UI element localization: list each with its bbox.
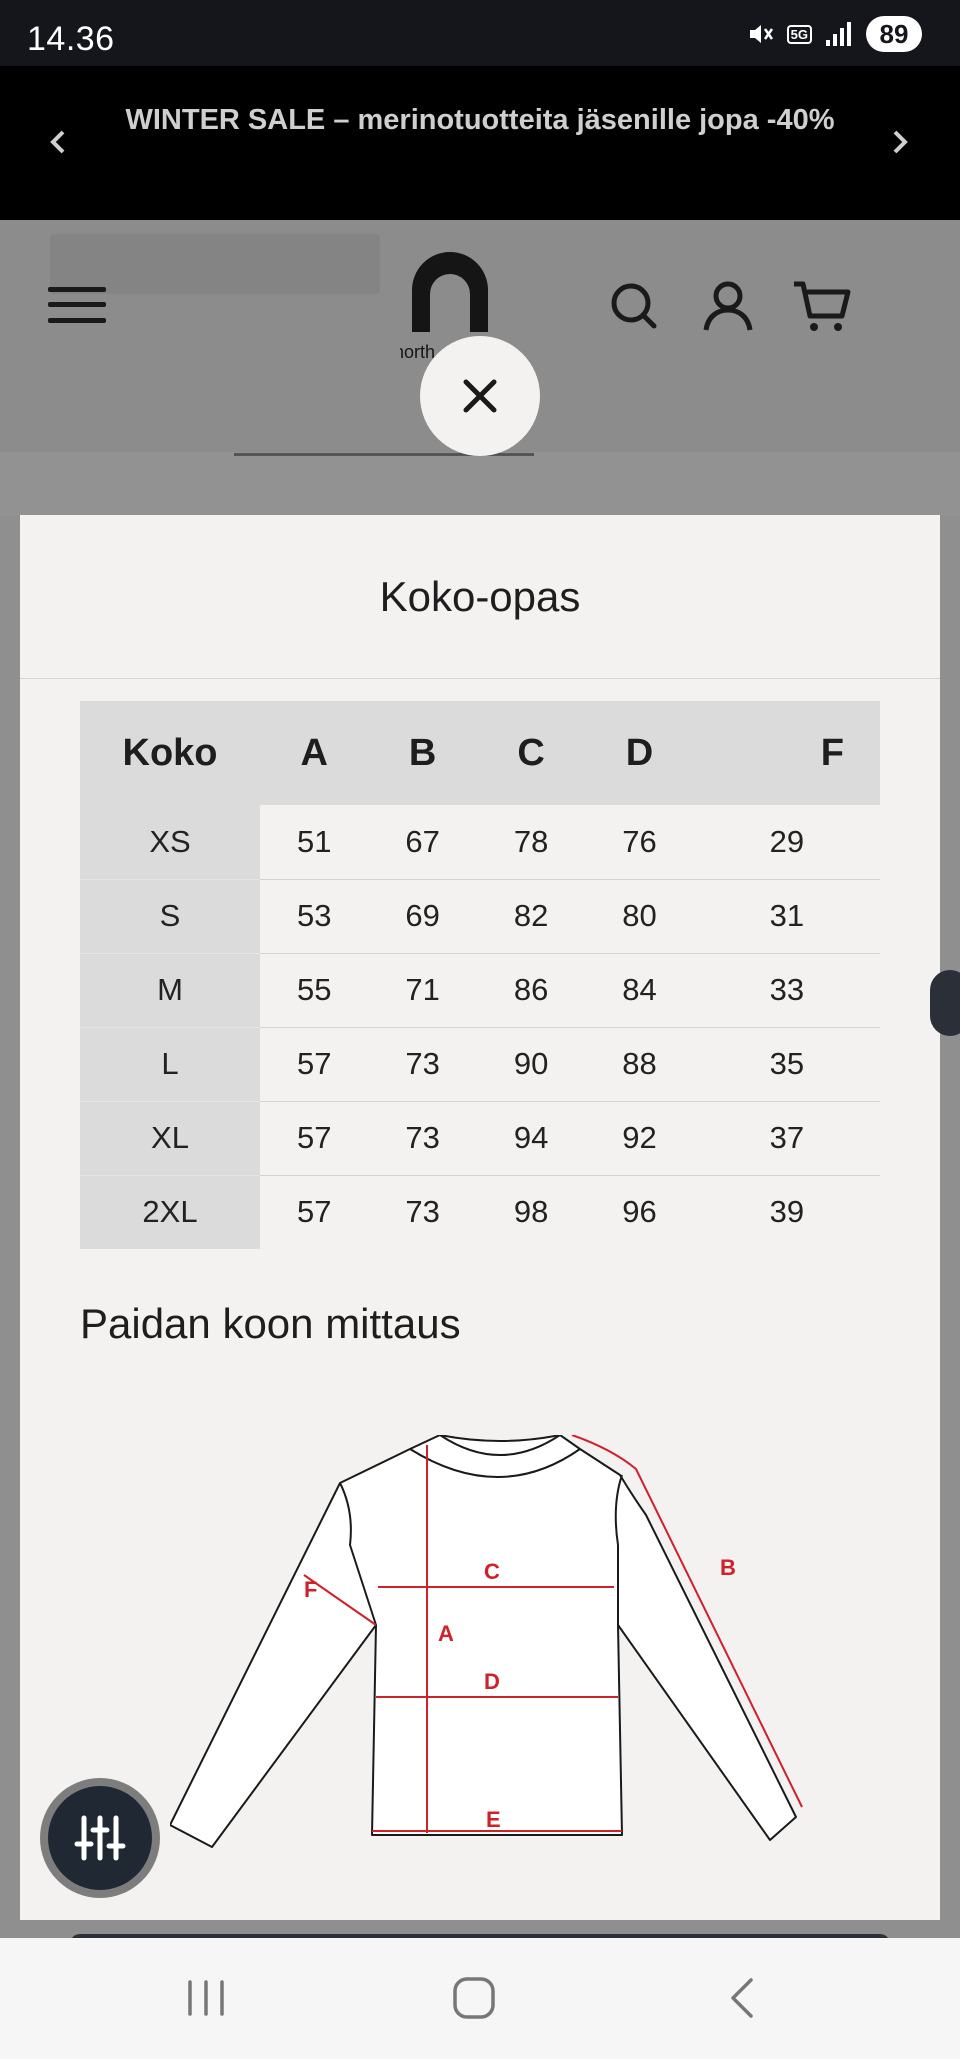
table-cell: 57: [296, 1194, 332, 1230]
search-icon: [611, 283, 657, 329]
diagram-label-f: F: [304, 1577, 317, 1602]
close-icon: [463, 379, 497, 413]
chevron-left-icon: [50, 130, 65, 154]
sliders-icon: [74, 1815, 126, 1861]
table-cell-size: 2XL: [80, 1175, 260, 1249]
table-cell-size: L: [80, 1027, 260, 1102]
table-cell: 37: [693, 1101, 880, 1176]
table-cell: 53: [260, 879, 369, 954]
table-cell: 57: [260, 1101, 369, 1176]
table-cell: 84: [585, 953, 694, 1028]
search-button[interactable]: [606, 278, 662, 334]
page-backdrop: [0, 452, 960, 516]
status-bar: 14.36 5G 89: [0, 0, 960, 66]
table-cell: 69: [368, 879, 477, 954]
table-cell: 55: [260, 953, 369, 1028]
system-nav-bar: [0, 1938, 960, 2059]
table-row: XL 57 73 94 92 37: [80, 1101, 880, 1176]
table-header-row: Koko A B C D F: [80, 701, 880, 805]
table-cell: 88: [585, 1027, 694, 1102]
size-table: Koko A B C D F XS 51 67 78 76 29 S 53 69…: [80, 701, 880, 1249]
table-cell: 94: [476, 1101, 586, 1176]
size-guide-modal: Koko-opas Koko A B C D F XS 51 67 78 76 …: [20, 515, 940, 1920]
table-cell-size: S: [80, 879, 260, 954]
nav-home-button[interactable]: [434, 1966, 514, 2030]
measure-title: Paidan koon mittaus: [80, 1300, 461, 1347]
table-row: 2XL 57 73 98 96 39: [80, 1175, 880, 1249]
svg-text:north: north: [400, 342, 435, 362]
shirt-measurement-diagram: A B C D E F: [170, 1435, 803, 1848]
table-header: F: [693, 701, 880, 805]
hamburger-icon: [48, 287, 106, 323]
battery-level: 89: [866, 16, 922, 52]
recents-icon: [188, 1980, 224, 2016]
nav-recents-button[interactable]: [166, 1966, 246, 2030]
filter-button-inner: [48, 1786, 152, 1890]
promo-prev-button[interactable]: [36, 120, 80, 164]
status-time: 14.36: [27, 20, 115, 58]
table-cell: 29: [693, 805, 880, 880]
signal-icon: [826, 22, 851, 46]
table-row: S 53 69 82 80 31: [80, 879, 880, 954]
diagram-label-e: E: [486, 1807, 501, 1832]
modal-title: Koko-opas: [20, 515, 940, 679]
close-button[interactable]: [420, 336, 540, 456]
network-badge: 5G: [786, 24, 812, 44]
table-cell: 76: [585, 805, 694, 880]
table-row: M 55 71 86 84 33: [80, 953, 880, 1028]
table-row: XS 51 67 78 76 29: [80, 805, 880, 880]
table-cell: 31: [693, 879, 880, 954]
table-cell-size: M: [80, 953, 260, 1028]
menu-button[interactable]: [48, 285, 106, 325]
cart-button[interactable]: [792, 278, 851, 334]
diagram-label-b: B: [720, 1555, 736, 1580]
table-cell: 86: [476, 953, 586, 1028]
table-cell: 96: [622, 1194, 657, 1230]
backdrop-side-button: [930, 970, 960, 1036]
table-row: L 57 73 90 88 35: [80, 1027, 880, 1102]
table-cell: 92: [585, 1101, 694, 1176]
table-cell: 78: [476, 805, 586, 880]
table-header: A: [260, 701, 369, 805]
mute-icon: [749, 25, 773, 43]
nav-back-button[interactable]: [702, 1966, 782, 2030]
table-cell: 71: [368, 953, 477, 1028]
shirt-outline: [170, 1435, 797, 1848]
account-button[interactable]: [700, 278, 756, 334]
table-cell: 51: [260, 805, 369, 880]
table-cell-size: XS: [80, 805, 260, 880]
promo-text[interactable]: WINTER SALE – merinotuotteita jäsenille …: [110, 94, 850, 146]
table-cell: 73: [405, 1194, 440, 1230]
table-header: B: [368, 701, 477, 805]
cart-icon: [794, 281, 851, 331]
table-cell: 67: [368, 805, 477, 880]
diagram-label-c: C: [484, 1559, 500, 1584]
table-cell-size: XL: [80, 1101, 260, 1176]
diagram-label-d: D: [484, 1669, 500, 1694]
user-icon: [703, 281, 753, 331]
status-icons: 5G 89: [745, 14, 922, 54]
promo-next-button[interactable]: [878, 120, 922, 164]
filter-button[interactable]: [40, 1778, 160, 1898]
table-header: Koko: [80, 701, 260, 805]
table-cell: 80: [585, 879, 694, 954]
table-cell: 98: [513, 1194, 549, 1230]
table-cell: 33: [693, 953, 880, 1028]
table-cell: 90: [476, 1027, 586, 1102]
table-header: C: [476, 701, 586, 805]
table-cell: 39: [769, 1194, 805, 1230]
table-cell: 35: [693, 1027, 880, 1102]
diagram-label-a: A: [438, 1621, 454, 1646]
chevron-right-icon: [893, 130, 908, 154]
table-cell: 57: [260, 1027, 369, 1102]
table-cell: 82: [476, 879, 586, 954]
home-icon: [453, 1977, 495, 2019]
table-header: D: [585, 701, 694, 805]
table-cell: 73: [368, 1101, 477, 1176]
promo-banner: WINTER SALE – merinotuotteita jäsenille …: [0, 66, 960, 220]
table-cell: 73: [368, 1027, 477, 1102]
back-icon: [731, 1978, 753, 2018]
